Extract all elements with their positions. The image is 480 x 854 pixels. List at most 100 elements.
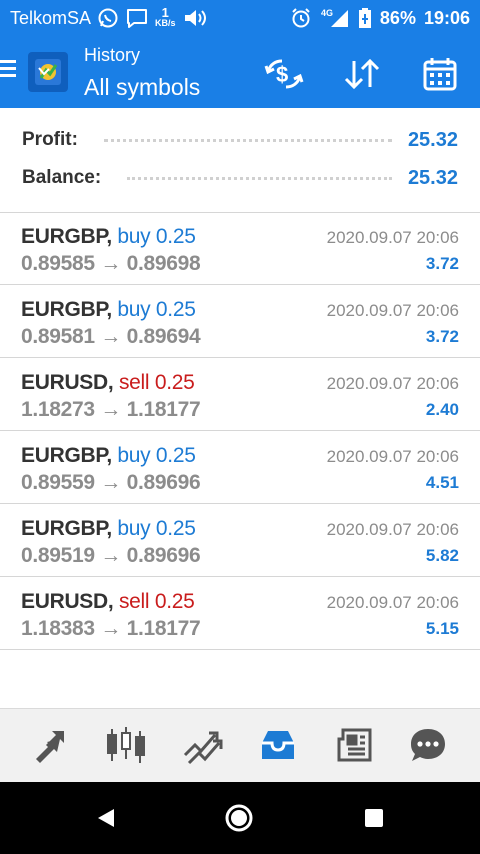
open-price: 0.89585	[21, 252, 95, 275]
trade-type: sell 0.25	[118, 371, 195, 394]
trade-row[interactable]: EURUSD, sell 0.25 1.18273 → 1.18177 2020…	[0, 358, 480, 431]
balance-row: Balance: 25.32	[22, 165, 458, 191]
trade-prices: 1.18383 → 1.18177	[21, 617, 201, 641]
trade-prices: 0.89581 → 0.89694	[21, 325, 201, 349]
speed-value: 1	[161, 5, 169, 20]
close-price: 1.18177	[126, 617, 201, 640]
arrow-icon: →	[100, 398, 122, 421]
volume-icon	[182, 7, 208, 29]
trade-symbol-line: EURGBP, buy 0.25	[21, 517, 196, 541]
trade-prices: 0.89519 → 0.89696	[21, 544, 201, 568]
trade-symbol: EURUSD,	[21, 590, 114, 613]
trade-symbol: EURGBP,	[21, 517, 112, 540]
currency-exchange-icon[interactable]: $	[264, 56, 304, 92]
whatsapp-icon	[97, 7, 119, 29]
trade-row[interactable]: EURGBP, buy 0.25 0.89559 → 0.89696 2020.…	[0, 431, 480, 504]
trade-profit: 5.15	[425, 619, 459, 638]
trade-icon[interactable]	[180, 725, 224, 765]
trade-symbol-line: EURGBP, buy 0.25	[21, 444, 196, 468]
page-title[interactable]: All symbols	[84, 74, 200, 101]
close-price: 1.18177	[126, 398, 201, 421]
chart-icon[interactable]	[104, 725, 148, 765]
trade-prices: 1.18273 → 1.18177	[21, 398, 201, 422]
app-bar: History All symbols $	[0, 36, 480, 108]
trade-symbol-line: EURUSD, sell 0.25	[21, 371, 195, 395]
trade-profit: 2.40	[425, 400, 459, 419]
trade-row[interactable]: EURGBP, buy 0.25 0.89585 → 0.89698 2020.…	[0, 212, 480, 285]
message-icon	[125, 7, 149, 29]
trade-type: sell 0.25	[118, 590, 195, 613]
trade-prices: 0.89559 → 0.89696	[21, 471, 201, 495]
app-logo-icon[interactable]	[28, 52, 68, 92]
trade-profit: 4.51	[425, 473, 459, 492]
close-price: 0.89694	[126, 325, 201, 348]
alarm-icon	[290, 7, 312, 29]
balance-value: 25.32	[407, 166, 458, 189]
speed-unit: KB/s	[155, 18, 176, 28]
close-price: 0.89696	[126, 471, 201, 494]
leader-dots	[127, 176, 392, 180]
trade-row[interactable]: EURGBP, buy 0.25 0.89581 → 0.89694 2020.…	[0, 285, 480, 358]
balance-label: Balance:	[22, 167, 102, 188]
leader-dots	[103, 138, 392, 142]
trade-time: 2020.09.07 20:06	[326, 593, 459, 612]
trade-symbol-line: EURGBP, buy 0.25	[21, 225, 196, 249]
open-price: 1.18273	[21, 398, 95, 421]
news-icon[interactable]	[332, 725, 376, 765]
trade-type: buy 0.25	[117, 444, 196, 467]
close-price: 0.89696	[126, 544, 201, 567]
recents-icon[interactable]	[358, 802, 390, 834]
close-price: 0.89698	[126, 252, 201, 275]
trade-time: 2020.09.07 20:06	[326, 520, 459, 539]
trade-time: 2020.09.07 20:06	[326, 228, 459, 247]
profit-value: 25.32	[407, 128, 458, 151]
trade-symbol: EURGBP,	[21, 444, 112, 467]
back-icon[interactable]	[90, 802, 122, 834]
trade-time: 2020.09.07 20:06	[326, 301, 459, 320]
account-summary: Profit: 25.32 Balance: 25.32	[0, 108, 480, 213]
trade-profit: 5.82	[425, 546, 459, 565]
history-icon[interactable]	[256, 725, 300, 765]
home-icon[interactable]	[223, 802, 255, 834]
profit-row: Profit: 25.32	[22, 127, 458, 153]
carrier-name: TelkomSA	[10, 7, 92, 28]
trade-time: 2020.09.07 20:06	[326, 374, 459, 393]
network-speed: 1 KB/s	[155, 5, 176, 28]
menu-icon[interactable]	[0, 60, 16, 80]
trade-prices: 0.89585 → 0.89698	[21, 252, 201, 276]
trade-row[interactable]: EURGBP, buy 0.25 0.89519 → 0.89696 2020.…	[0, 504, 480, 577]
trade-profit: 3.72	[425, 254, 459, 273]
open-price: 0.89559	[21, 471, 95, 494]
trade-symbol-line: EURGBP, buy 0.25	[21, 298, 196, 322]
trade-time: 2020.09.07 20:06	[326, 447, 459, 466]
arrow-icon: →	[100, 471, 122, 494]
trade-row[interactable]: EURUSD, sell 0.25 1.18383 → 1.18177 2020…	[0, 577, 480, 650]
arrow-icon: →	[100, 544, 122, 567]
arrow-icon: →	[100, 252, 122, 275]
svg-text:$: $	[276, 62, 288, 87]
battery-percent: 86%	[379, 7, 416, 28]
status-bar: TelkomSA 1 KB/s 4G 86% 19:06	[0, 0, 480, 36]
open-price: 1.18383	[21, 617, 95, 640]
trade-symbol-line: EURUSD, sell 0.25	[21, 590, 195, 614]
network-type: 4G	[321, 8, 333, 18]
arrow-icon: →	[100, 617, 122, 640]
arrow-icon: →	[100, 325, 122, 348]
profit-label: Profit:	[22, 129, 78, 150]
trade-symbol: EURUSD,	[21, 371, 114, 394]
calendar-icon[interactable]	[420, 56, 460, 92]
quotes-icon[interactable]	[28, 725, 72, 765]
trade-history-list: EURGBP, buy 0.25 0.89585 → 0.89698 2020.…	[0, 212, 480, 650]
trade-profit: 3.72	[425, 327, 459, 346]
bottom-navigation	[0, 708, 480, 782]
trade-type: buy 0.25	[117, 517, 196, 540]
trade-symbol: EURGBP,	[21, 298, 112, 321]
trade-type: buy 0.25	[117, 298, 196, 321]
clock: 19:06	[423, 7, 470, 28]
page-subtitle: History	[84, 45, 141, 65]
sort-icon[interactable]	[342, 56, 382, 92]
open-price: 0.89581	[21, 325, 95, 348]
chat-icon[interactable]	[406, 725, 450, 765]
signal-icon: 4G	[320, 7, 350, 29]
open-price: 0.89519	[21, 544, 95, 567]
